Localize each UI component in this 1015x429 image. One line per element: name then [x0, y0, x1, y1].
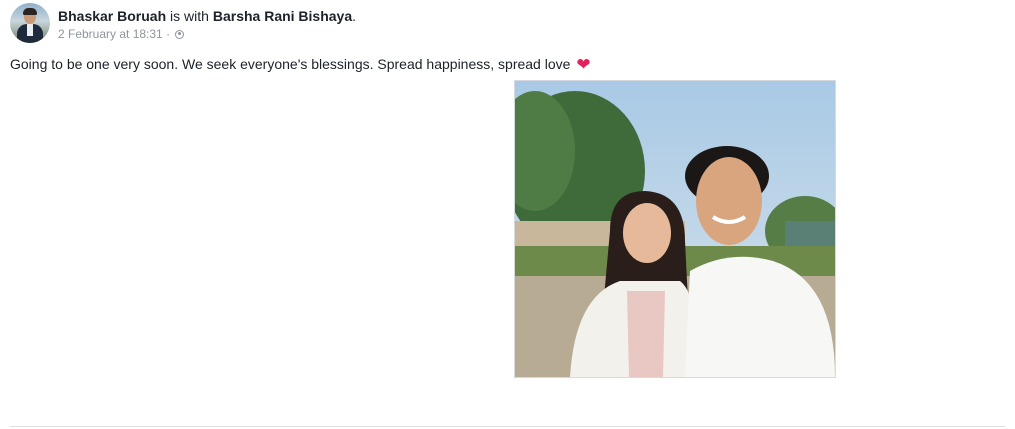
post-message-text: Going to be one very soon. We seek every… [10, 56, 571, 72]
names-period: . [352, 8, 357, 24]
post-header: Bhaskar Boruah is with Barsha Rani Bisha… [10, 3, 356, 43]
post-divider [10, 426, 1005, 427]
post-meta: Bhaskar Boruah is with Barsha Rani Bisha… [58, 3, 356, 42]
post-message: Going to be one very soon. We seek every… [10, 55, 591, 73]
author-avatar[interactable] [10, 3, 50, 43]
tagged-name-link[interactable]: Barsha Rani Bishaya [213, 8, 352, 24]
shelter [785, 221, 835, 246]
globe-icon[interactable] [175, 29, 185, 39]
post-photo[interactable] [514, 80, 836, 378]
author-name-link[interactable]: Bhaskar Boruah [58, 8, 166, 24]
meta-separator: · [162, 27, 174, 41]
post-subline: 2 February at 18:31 · [58, 26, 356, 42]
post-timestamp[interactable]: 2 February at 18:31 [58, 26, 163, 42]
with-text: is with [166, 8, 213, 24]
woman-face [623, 203, 671, 263]
man-face [696, 157, 762, 245]
post-names: Bhaskar Boruah is with Barsha Rani Bisha… [58, 8, 356, 25]
avatar-hair [23, 8, 37, 15]
couple-selfie-photo [515, 81, 835, 377]
facebook-post: Bhaskar Boruah is with Barsha Rani Bisha… [0, 0, 1015, 429]
heart-icon: ❤ [576, 55, 591, 74]
avatar-shirt [27, 24, 33, 36]
woman-embroidery [627, 291, 665, 377]
